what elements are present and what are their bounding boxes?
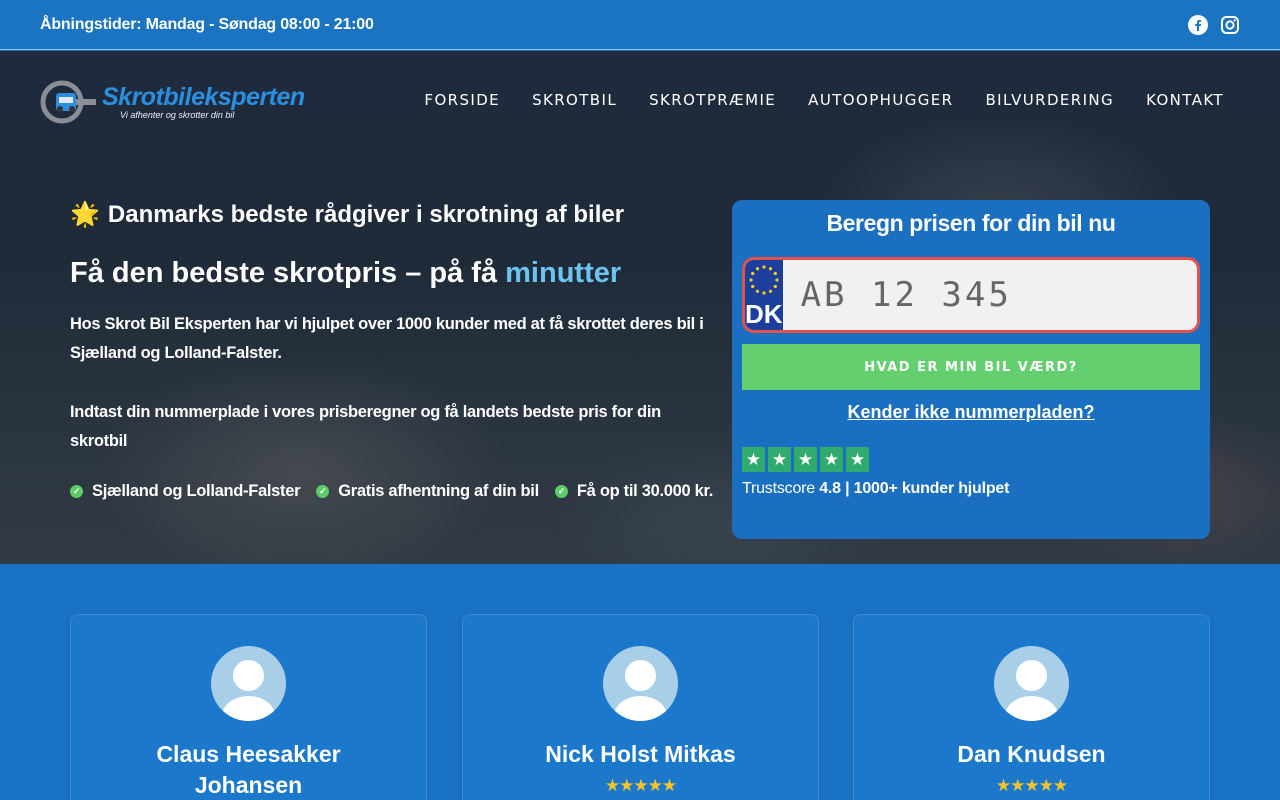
star-icon: ★ — [794, 447, 817, 472]
hero-content: 🌟 Danmarks bedste rådgiver i skrotning a… — [70, 200, 720, 501]
check-item-label: Gratis afhentning af din bil — [338, 482, 539, 500]
reviews-section: Claus Heesakker Johansen Nick Holst Mitk… — [0, 564, 1280, 800]
review-stars: ★★★★★ — [995, 776, 1068, 795]
reviewer-name: Claus Heesakker Johansen — [156, 741, 341, 798]
avatar — [211, 646, 286, 721]
hero-section: Skrotbileksperten Vi afhenter og skrotte… — [0, 51, 1280, 564]
eu-stars-icon — [749, 265, 779, 295]
reviewer-name: Nick Holst Mitkas — [545, 741, 736, 767]
trustscore: Trustscore 4.8 | 1000+ kunder hjulpet — [742, 480, 1200, 498]
hero-subheading: 🌟 Danmarks bedste rådgiver i skrotning a… — [70, 200, 720, 229]
opening-hours: Åbningstider: Mandag - Søndag 08:00 - 21… — [40, 15, 374, 33]
check-item: ✓ Gratis afhentning af din bil — [316, 482, 539, 501]
avatar — [603, 646, 678, 721]
logo-tagline: Vi afhenter og skrotter din bil — [120, 110, 235, 120]
trustscore-value: 4.8 | 1000+ kunder hjulpet — [819, 480, 1010, 497]
hero-heading-text: Få den bedste skrotpris – på få — [70, 257, 498, 289]
nav-item-skrotpraemie[interactable]: SKROTPRÆMIE — [649, 91, 776, 109]
review-stars: ★★★★★ — [604, 776, 677, 795]
nav-item-bilvurdering[interactable]: BILVURDERING — [985, 91, 1114, 109]
social-links — [1188, 14, 1240, 35]
nav-item-forside[interactable]: FORSIDE — [424, 91, 500, 109]
facebook-icon[interactable] — [1188, 14, 1208, 35]
check-item-label: Sjælland og Lolland-Falster — [92, 482, 301, 500]
star-icon: ★ — [820, 447, 843, 472]
review-card: Nick Holst Mitkas ★★★★★ — [462, 614, 819, 800]
hero-heading: Få den bedste skrotpris – på få minutter — [70, 257, 720, 290]
glowing-star-icon: 🌟 — [70, 201, 100, 228]
check-item: ✓ Få op til 30.000 kr. — [554, 482, 714, 501]
eu-plate-badge: DK — [745, 260, 783, 330]
license-plate-field: DK — [742, 257, 1200, 333]
get-price-button[interactable]: HVAD ER MIN BIL VÆRD? — [742, 344, 1200, 390]
check-circle-icon: ✓ — [70, 485, 83, 498]
hero-heading-accent: minutter — [505, 257, 622, 289]
trustpilot-stars: ★ ★ ★ ★ ★ — [742, 447, 1200, 472]
hero-paragraph-1: Hos Skrot Bil Eksperten har vi hjulpet o… — [70, 315, 704, 362]
unknown-plate-link[interactable]: Kender ikke nummerpladen? — [742, 402, 1200, 423]
wrench-car-logo-icon — [40, 80, 96, 124]
plate-country-code: DK — [745, 299, 783, 329]
check-item-label: Få op til 30.000 kr. — [576, 482, 714, 500]
star-icon: ★ — [742, 447, 765, 472]
star-icon: ★ — [768, 447, 791, 472]
license-plate-input[interactable] — [782, 260, 1197, 330]
main-nav: FORSIDE SKROTBIL SKROTPRÆMIE AUTOOPHUGGE… — [424, 91, 1224, 109]
trustscore-label: Trustscore — [742, 480, 815, 497]
reviewer-name: Dan Knudsen — [957, 741, 1106, 767]
review-card: Dan Knudsen ★★★★★ — [853, 614, 1210, 800]
check-item: ✓ Sjælland og Lolland-Falster — [70, 482, 301, 501]
review-card: Claus Heesakker Johansen — [70, 614, 427, 800]
hero-checklist: ✓ Sjælland og Lolland-Falster ✓ Gratis a… — [70, 482, 720, 501]
price-calculator-card: Beregn prisen for din bil nu DK HVAD ER … — [732, 200, 1210, 539]
top-bar: Åbningstider: Mandag - Søndag 08:00 - 21… — [0, 0, 1280, 50]
star-icon: ★ — [846, 447, 869, 472]
nav-item-skrotbil[interactable]: SKROTBIL — [532, 91, 617, 109]
hero-paragraph-2: Indtast din nummerplade i vores prisbere… — [70, 403, 661, 450]
calculator-title: Beregn prisen for din bil nu — [826, 210, 1116, 236]
nav-item-kontakt[interactable]: KONTAKT — [1146, 91, 1224, 109]
check-circle-icon: ✓ — [554, 485, 568, 498]
logo-brand-text: Skrotbileksperten — [102, 83, 305, 111]
check-circle-icon: ✓ — [316, 485, 330, 498]
hero-subheading-text: Danmarks bedste rådgiver i skrotning af … — [107, 200, 625, 228]
avatar — [994, 646, 1069, 721]
nav-item-autoophugger[interactable]: AUTOOPHUGGER — [808, 91, 953, 109]
site-logo[interactable]: Skrotbileksperten Vi afhenter og skrotte… — [40, 79, 305, 125]
instagram-icon[interactable] — [1220, 15, 1240, 35]
